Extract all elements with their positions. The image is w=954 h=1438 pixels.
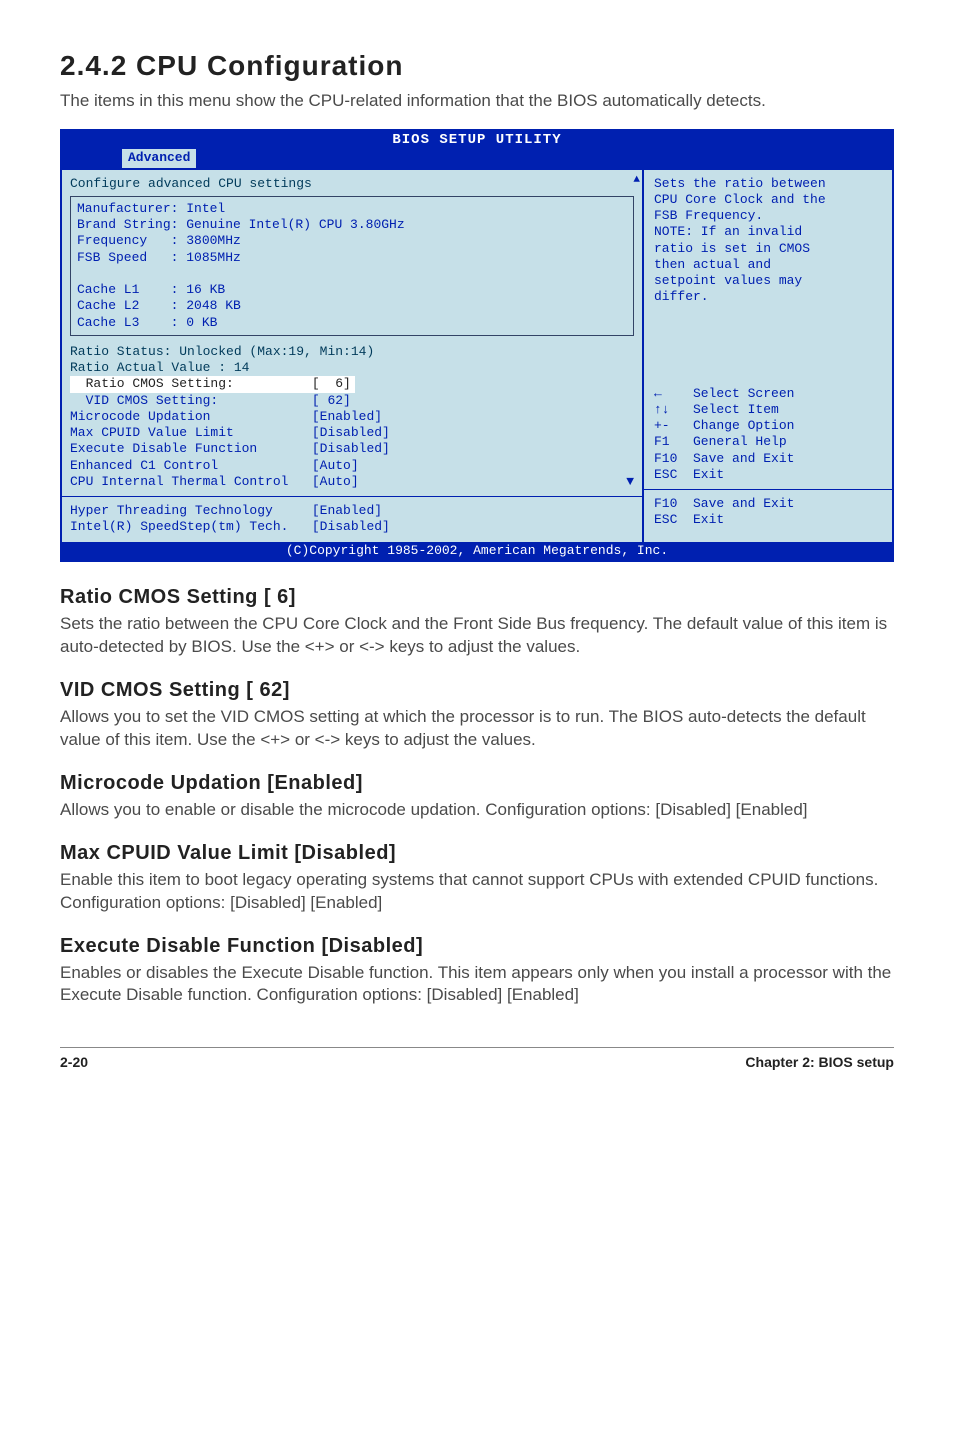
info-manufacturer: Manufacturer: Intel [77,201,627,217]
keyhelp-select-screen: ← Select Screen [654,386,884,402]
item-ratio-cmos[interactable]: Ratio CMOS Setting: [ 6] [70,376,634,392]
help-line: NOTE: If an invalid [654,224,884,240]
subhead-ratio: Ratio CMOS Setting [ 6] [60,586,894,609]
subhead-maxcpuid: Max CPUID Value Limit [Disabled] [60,842,894,865]
help-line: differ. [654,289,884,305]
help-line: CPU Core Clock and the [654,192,884,208]
section-heading: 2.4.2 CPU Configuration [60,50,894,82]
body-vid: Allows you to set the VID CMOS setting a… [60,706,894,752]
info-cache-l2: Cache L2 : 2048 KB [77,298,627,314]
body-maxcpuid: Enable this item to boot legacy operatin… [60,869,894,915]
bios-left-pane: ▲ Configure advanced CPU settings Manufa… [62,170,642,542]
page-footer: 2-20 Chapter 2: BIOS setup [60,1047,894,1070]
bios-right-pane: Sets the ratio between CPU Core Clock an… [642,170,892,542]
keyhelp-save-exit-2: F10 Save and Exit [654,496,884,512]
bios-title: BIOS SETUP UTILITY [62,131,892,150]
scroll-down-icon[interactable]: ▼ [626,474,634,490]
bios-tab-advanced[interactable]: Advanced [122,149,196,167]
footer-page-number: 2-20 [60,1054,88,1070]
keyhelp-general-help: F1 General Help [654,434,884,450]
subhead-execdisable: Execute Disable Function [Disabled] [60,935,894,958]
bios-screenshot: BIOS SETUP UTILITY Advanced ▲ Configure … [60,129,894,562]
item-hyperthreading[interactable]: Hyper Threading Technology [Enabled] [70,503,634,519]
keyhelp-exit-2: ESC Exit [654,512,884,528]
subhead-microcode: Microcode Updation [Enabled] [60,772,894,795]
footer-chapter: Chapter 2: BIOS setup [745,1054,894,1070]
body-ratio: Sets the ratio between the CPU Core Cloc… [60,613,894,659]
item-exec-disable[interactable]: Execute Disable Function [Disabled] [70,441,634,457]
help-line: FSB Frequency. [654,208,884,224]
keyhelp-change-option: +- Change Option [654,418,884,434]
keyhelp-select-item: ↑↓ Select Item [654,402,884,418]
item-enhanced-c1[interactable]: Enhanced C1 Control [Auto] [70,458,634,474]
bios-tab-row: Advanced [62,149,892,169]
bios-copyright: (C)Copyright 1985-2002, American Megatre… [62,542,892,560]
ratio-actual: Ratio Actual Value : 14 [70,360,634,376]
keyhelp-save-exit: F10 Save and Exit [654,451,884,467]
item-thermal[interactable]: CPU Internal Thermal Control [Auto] [70,474,359,490]
keyhelp-exit: ESC Exit [654,467,884,483]
help-line: Sets the ratio between [654,176,884,192]
item-speedstep[interactable]: Intel(R) SpeedStep(tm) Tech. [Disabled] [70,519,634,535]
info-fsb: FSB Speed : 1085MHz [77,250,627,266]
ratio-status: Ratio Status: Unlocked (Max:19, Min:14) [70,344,634,360]
help-line: then actual and [654,257,884,273]
section-intro: The items in this menu show the CPU-rela… [60,90,894,113]
help-line: ratio is set in CMOS [654,241,884,257]
scroll-up-icon[interactable]: ▲ [633,174,640,188]
subhead-vid: VID CMOS Setting [ 62] [60,679,894,702]
info-cache-l1: Cache L1 : 16 KB [77,282,627,298]
body-microcode: Allows you to enable or disable the micr… [60,799,894,822]
info-cache-l3: Cache L3 : 0 KB [77,315,627,331]
info-frequency: Frequency : 3800MHz [77,233,627,249]
info-blank [77,266,627,282]
info-brand: Brand String: Genuine Intel(R) CPU 3.80G… [77,217,627,233]
bios-cpu-info-box: Manufacturer: Intel Brand String: Genuin… [70,196,634,336]
bios-left-header: Configure advanced CPU settings [70,176,634,192]
item-vid-cmos[interactable]: VID CMOS Setting: [ 62] [70,393,634,409]
body-execdisable: Enables or disables the Execute Disable … [60,962,894,1008]
item-microcode[interactable]: Microcode Updation [Enabled] [70,409,634,425]
help-line: setpoint values may [654,273,884,289]
item-max-cpuid[interactable]: Max CPUID Value Limit [Disabled] [70,425,634,441]
